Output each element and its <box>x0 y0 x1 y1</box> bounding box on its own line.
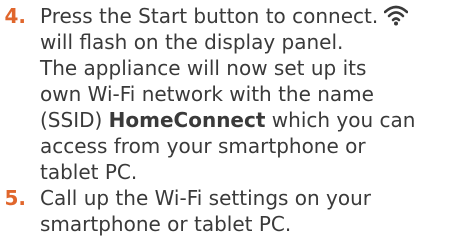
step-number: 4. <box>4 4 26 28</box>
step-text: which you can <box>265 108 416 132</box>
step-text: will flash on the display panel. <box>40 30 344 54</box>
step-text: own Wi-Fi network with the name <box>40 82 374 106</box>
step-text: (SSID) <box>40 108 109 132</box>
ssid-name: HomeConnect <box>108 108 266 132</box>
step-text-line: Press the Start button to connect. <box>40 3 409 32</box>
step-text-line: (SSID) HomeConnect which you can <box>40 107 415 133</box>
wifi-icon <box>383 4 409 32</box>
step-text: tablet PC. <box>40 160 138 184</box>
step-text: Press the Start button to connect. <box>40 4 379 28</box>
step-text: access from your smartphone or <box>40 134 366 158</box>
step-text: The appliance will now set up its <box>40 56 367 80</box>
step-text: Call up the Wi-Fi settings on your <box>40 186 372 210</box>
step-text: smartphone or tablet PC. <box>40 212 292 236</box>
instruction-page: 4. Press the Start button to connect. wi… <box>0 0 469 246</box>
step-number: 5. <box>4 186 26 210</box>
